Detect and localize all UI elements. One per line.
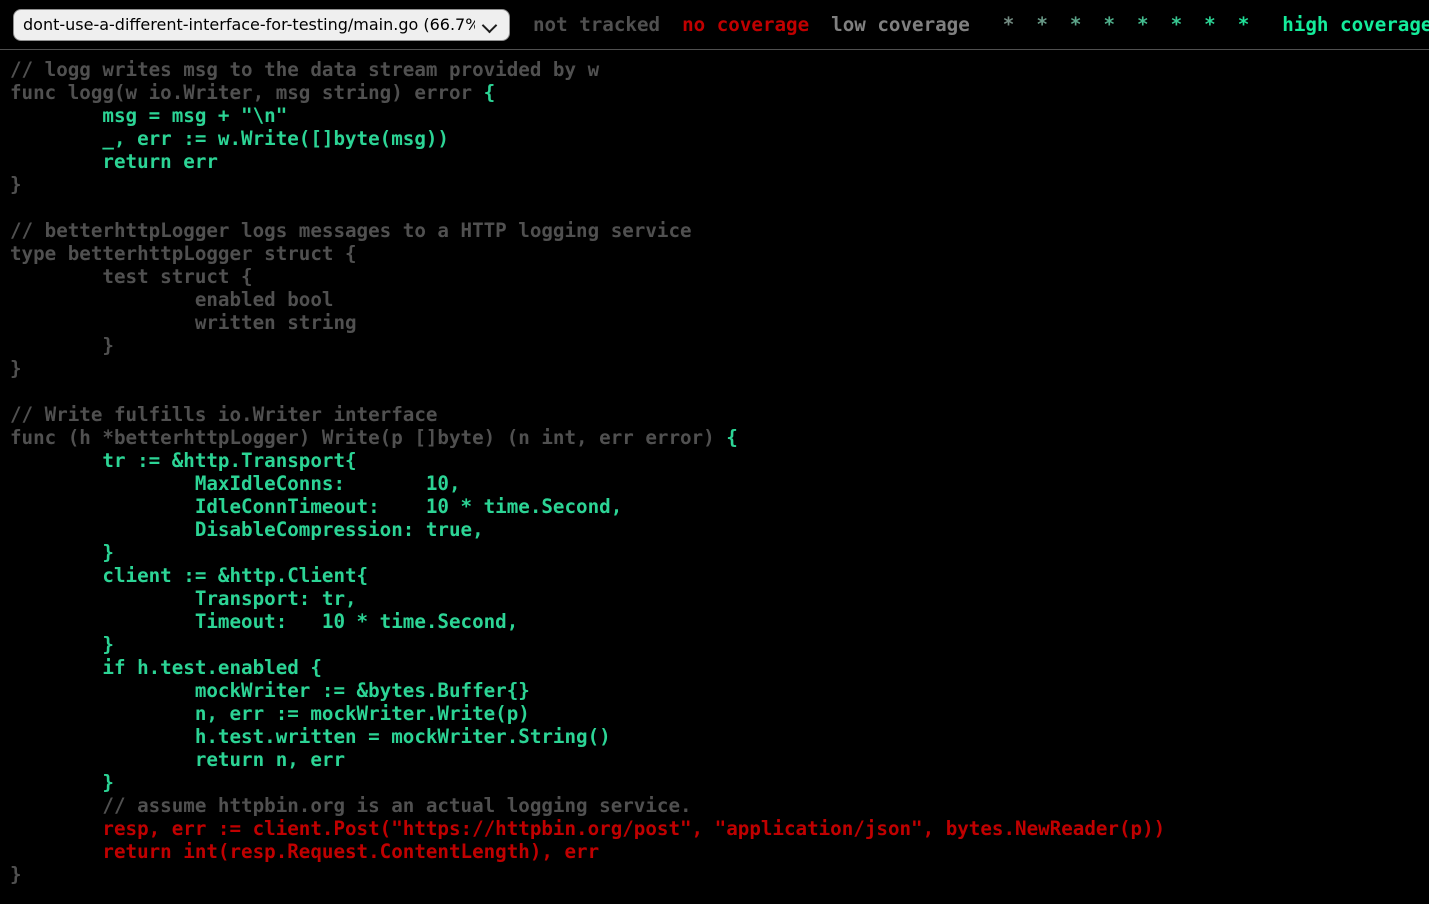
code-segment: { <box>726 426 738 449</box>
code-segment: { <box>484 81 496 104</box>
code-segment: return err <box>10 150 218 173</box>
code-segment: // betterhttpLogger logs messages to a H… <box>10 219 692 242</box>
legend-gradient-asterisk: * <box>1137 13 1149 36</box>
code-segment: func (h *betterhttpLogger) Write(p []byt… <box>10 426 726 449</box>
code-segment: // Write fulfills io.Writer interface <box>10 403 437 426</box>
legend-gradient-asterisk: * <box>1103 13 1115 36</box>
code-segment: if h.test.enabled { <box>10 656 322 679</box>
legend-low-coverage: low coverage <box>831 13 970 36</box>
code-segment: Transport: tr, <box>10 587 357 610</box>
code-segment: func logg(w io.Writer, msg string) error <box>10 81 484 104</box>
code-segment: // logg writes msg to the data stream pr… <box>10 58 599 81</box>
code-segment: IdleConnTimeout: 10 * time.Second, <box>10 495 622 518</box>
legend-asterisks: * * * * * * * * <box>992 13 1261 36</box>
code-segment: h.test.written = mockWriter.String() <box>10 725 611 748</box>
code-segment: } <box>10 541 114 564</box>
legend-gradient-asterisk: * <box>1204 13 1216 36</box>
code-segment: Timeout: 10 * time.Second, <box>10 610 518 633</box>
code-segment: test struct { <box>10 265 253 288</box>
code-segment: } <box>10 173 22 196</box>
legend-gradient-asterisk: * <box>1003 13 1015 36</box>
code-segment: MaxIdleConns: 10, <box>10 472 461 495</box>
code-segment: _, err := w.Write([]byte(msg)) <box>10 127 449 150</box>
code-segment: tr := &http.Transport{ <box>10 449 357 472</box>
code-segment: n, err := mockWriter.Write(p) <box>10 702 530 725</box>
topbar: dont-use-a-different-interface-for-testi… <box>0 0 1429 50</box>
code-segment: msg = msg + "\n" <box>10 104 287 127</box>
code-segment: DisableCompression: true, <box>10 518 484 541</box>
code-segment: client := &http.Client{ <box>10 564 368 587</box>
file-select-dropdown[interactable]: dont-use-a-different-interface-for-testi… <box>13 9 510 41</box>
code-segment: } <box>10 334 114 357</box>
legend-no-coverage: no coverage <box>682 13 809 36</box>
code-segment: } <box>10 863 22 886</box>
legend-gradient-asterisk: * <box>1238 13 1250 36</box>
code-segment: } <box>10 357 22 380</box>
code-segment: } <box>10 771 114 794</box>
code-segment: return int(resp.Request.ContentLength), … <box>10 840 599 863</box>
code-segment: return n, err <box>10 748 345 771</box>
code-segment: written string <box>10 311 357 334</box>
source-code: // logg writes msg to the data stream pr… <box>0 58 1429 886</box>
code-segment: resp, err := client.Post("https://httpbi… <box>10 817 1165 840</box>
code-segment: mockWriter := &bytes.Buffer{} <box>10 679 530 702</box>
legend-gradient-asterisk: * <box>1036 13 1048 36</box>
content: // logg writes msg to the data stream pr… <box>0 58 1429 886</box>
legend-gradient-asterisk: * <box>1070 13 1082 36</box>
legend-high-coverage: high coverage <box>1282 13 1429 36</box>
code-segment: // assume httpbin.org is an actual loggi… <box>10 794 692 817</box>
legend-not-tracked: not tracked <box>533 13 660 36</box>
coverage-legend: not trackedno coveragelow coverage******… <box>522 13 1429 36</box>
file-navigation: dont-use-a-different-interface-for-testi… <box>13 9 510 41</box>
code-segment: type betterhttpLogger struct { <box>10 242 357 265</box>
legend-gradient-asterisk: * <box>1171 13 1183 36</box>
code-segment: } <box>10 633 114 656</box>
code-segment: enabled bool <box>10 288 333 311</box>
